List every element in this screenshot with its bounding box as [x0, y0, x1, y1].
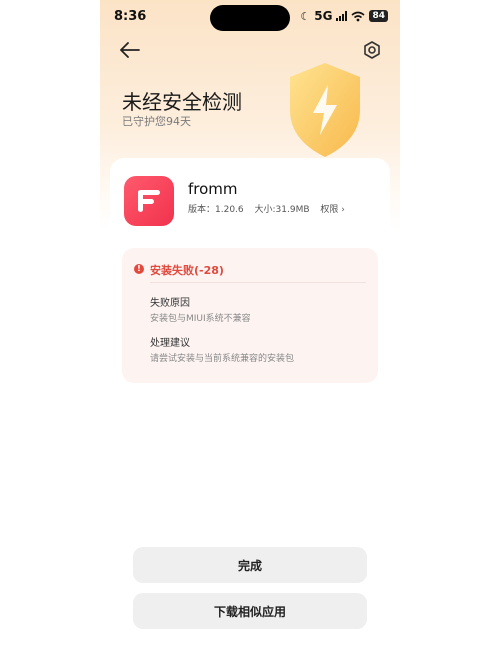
app-info-card: fromm 版本：1.20.6 大小:31.9MB 权限 › — [110, 158, 390, 238]
advice-label: 处理建议 — [150, 338, 190, 349]
failure-reason-text: 安装包与MIUI系统不兼容 — [150, 314, 251, 324]
done-button[interactable]: 完成 — [133, 547, 367, 583]
app-name: fromm — [188, 180, 238, 198]
status-indicators: ☾ 5G 84 — [300, 9, 388, 23]
phone-screen: 8:36 ☾ 5G 84 未经安全检测 已守护您94天 fromm 版本：1.2… — [100, 0, 400, 653]
wifi-icon — [351, 11, 365, 21]
advice-text: 请尝试安装与当前系统兼容的安装包 — [150, 354, 295, 364]
app-icon — [124, 176, 174, 226]
permissions-link[interactable]: 权限 › — [320, 205, 344, 215]
page-subtitle: 已守护您94天 — [122, 115, 191, 128]
fromm-logo-icon — [138, 190, 160, 212]
network-label: 5G — [314, 9, 333, 23]
app-meta: 版本：1.20.6 大小:31.9MB 权限 › — [188, 202, 345, 215]
status-bar: 8:36 ☾ 5G 84 — [100, 0, 400, 34]
moon-icon: ☾ — [300, 9, 311, 23]
app-version: 版本：1.20.6 — [188, 205, 244, 215]
dynamic-island — [210, 5, 290, 31]
error-title: 安装失败(-28) — [150, 264, 224, 277]
install-error-card: ! 安装失败(-28) 失败原因 安装包与MIUI系统不兼容 处理建议 请尝试安… — [122, 248, 378, 383]
chevron-right-icon: › — [338, 205, 345, 215]
permissions-label: 权限 — [320, 205, 339, 215]
failure-reason-label: 失败原因 — [150, 298, 190, 309]
battery-indicator: 84 — [369, 10, 388, 22]
signal-icon — [336, 11, 348, 21]
status-time: 8:36 — [114, 9, 147, 24]
app-size: 大小:31.9MB — [254, 205, 310, 215]
divider — [150, 282, 366, 283]
shield-lightning-icon — [290, 63, 360, 157]
download-similar-button[interactable]: 下载相似应用 — [133, 593, 367, 629]
page-title: 未经安全检测 — [122, 90, 242, 114]
error-icon: ! — [134, 264, 144, 274]
back-arrow-icon[interactable] — [119, 40, 141, 60]
